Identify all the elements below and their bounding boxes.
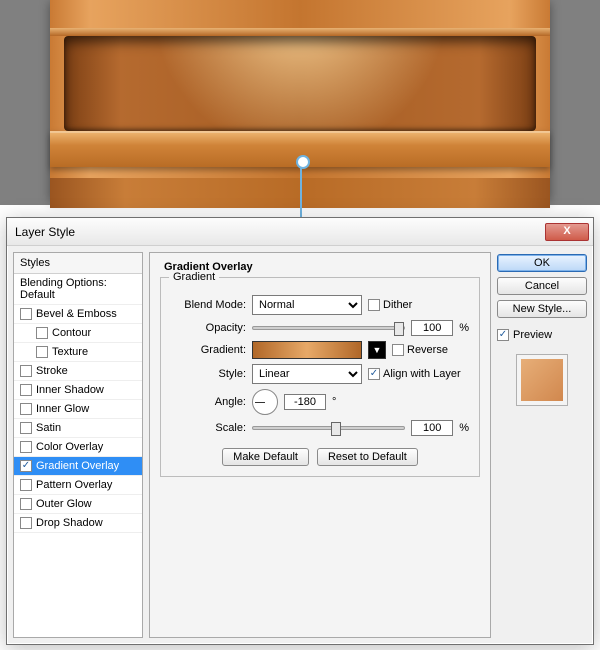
layer-style-dialog: Layer Style X Styles Blending Options: D… [6,217,594,645]
fieldset-legend: Gradient [169,271,219,283]
angle-dial[interactable] [252,389,278,415]
cancel-button[interactable]: Cancel [497,277,587,295]
style-row-inglow[interactable]: Inner Glow [14,400,142,419]
reverse-checkbox[interactable]: Reverse [392,344,448,356]
preview-label: Preview [513,329,552,341]
blend-mode-select[interactable]: Normal [252,295,362,315]
canvas-background [0,0,600,205]
style-row-texture[interactable]: Texture [14,343,142,362]
styles-panel: Styles Blending Options: Default Bevel &… [13,252,143,638]
style-checkbox-texture[interactable] [36,346,48,358]
reverse-chk-box [392,344,404,356]
style-label-drop: Drop Shadow [36,517,103,529]
scale-slider[interactable] [252,426,405,430]
style-row-color[interactable]: Color Overlay [14,438,142,457]
style-label-pattern: Pattern Overlay [36,479,112,491]
shelf-recess [64,36,536,131]
style-label-inshad: Inner Shadow [36,384,104,396]
blending-options-label: Blending Options: Default [20,277,136,301]
dither-checkbox[interactable]: Dither [368,299,412,311]
style-row-grad[interactable]: ✓ Gradient Overlay [14,457,142,476]
shelf-top-lip [50,28,550,36]
right-button-panel: OK Cancel New Style... ✓ Preview [497,252,587,638]
scale-input[interactable] [411,420,453,436]
style-label-inglow: Inner Glow [36,403,89,415]
style-label: Style: [171,368,246,380]
dither-chk-box [368,299,380,311]
opacity-label: Opacity: [171,322,246,334]
dialog-body: Styles Blending Options: Default Bevel &… [13,252,587,638]
style-checkbox-contour[interactable] [36,327,48,339]
preview-swatch [516,354,568,406]
reverse-label: Reverse [407,344,448,356]
gradient-fieldset: Gradient Blend Mode: Normal Dither Opaci… [160,277,480,477]
style-label-color: Color Overlay [36,441,103,453]
style-checkbox-inglow[interactable] [20,403,32,415]
style-row-satin[interactable]: Satin [14,419,142,438]
align-checkbox[interactable]: ✓ Align with Layer [368,368,461,380]
opacity-slider[interactable] [252,326,405,330]
style-label-bevel: Bevel & Emboss [36,308,117,320]
style-label-outglow: Outer Glow [36,498,92,510]
angle-input[interactable] [284,394,326,410]
make-default-button[interactable]: Make Default [222,448,309,466]
style-row-contour[interactable]: Contour [14,324,142,343]
gradient-label: Gradient: [171,344,246,356]
style-checkbox-bevel[interactable] [20,308,32,320]
blend-mode-label: Blend Mode: [171,299,246,311]
angle-label: Angle: [171,396,246,408]
style-label-satin: Satin [36,422,61,434]
opacity-input[interactable] [411,320,453,336]
style-checkbox-color[interactable] [20,441,32,453]
gradient-dropdown-icon[interactable]: ▼ [368,341,386,359]
style-checkbox-drop[interactable] [20,517,32,529]
style-checkbox-stroke[interactable] [20,365,32,377]
style-label-contour: Contour [52,327,91,339]
scale-percent: % [459,422,469,434]
style-label-texture: Texture [52,346,88,358]
blending-options-row[interactable]: Blending Options: Default [14,274,142,305]
style-checkbox-satin[interactable] [20,422,32,434]
dialog-title: Layer Style [15,225,75,239]
style-row-pattern[interactable]: Pattern Overlay [14,476,142,495]
style-label-stroke: Stroke [36,365,68,377]
style-select[interactable]: Linear [252,364,362,384]
style-checkbox-grad[interactable]: ✓ [20,460,32,472]
callout-line [300,160,302,218]
styles-header[interactable]: Styles [14,253,142,274]
reset-default-button[interactable]: Reset to Default [317,448,418,466]
style-label-grad: Gradient Overlay [36,460,119,472]
opacity-percent: % [459,322,469,334]
ok-button[interactable]: OK [497,254,587,272]
new-style-button[interactable]: New Style... [497,300,587,318]
style-row-outglow[interactable]: Outer Glow [14,495,142,514]
settings-panel: Gradient Overlay Gradient Blend Mode: No… [149,252,491,638]
preview-checkbox[interactable]: ✓ Preview [497,329,587,341]
gradient-swatch[interactable] [252,341,362,359]
close-icon: X [563,226,570,237]
style-checkbox-outglow[interactable] [20,498,32,510]
style-checkbox-pattern[interactable] [20,479,32,491]
style-row-bevel[interactable]: Bevel & Emboss [14,305,142,324]
style-row-inshad[interactable]: Inner Shadow [14,381,142,400]
style-checkbox-inshad[interactable] [20,384,32,396]
titlebar[interactable]: Layer Style X [7,218,593,246]
align-label: Align with Layer [383,368,461,380]
align-chk-box: ✓ [368,368,380,380]
dither-label: Dither [383,299,412,311]
close-button[interactable]: X [545,223,589,241]
angle-degree: ° [332,396,336,408]
preview-chk-box: ✓ [497,329,509,341]
scale-label: Scale: [171,422,246,434]
style-row-stroke[interactable]: Stroke [14,362,142,381]
style-row-drop[interactable]: Drop Shadow [14,514,142,533]
